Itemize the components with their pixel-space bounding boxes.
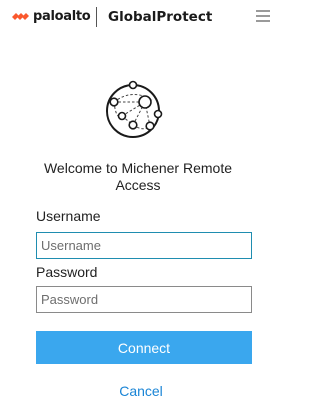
product-title: GlobalProtect xyxy=(108,9,213,25)
header-divider xyxy=(96,7,97,27)
welcome-message: Welcome to Michener Remote Access xyxy=(43,160,233,193)
connect-button[interactable]: Connect xyxy=(36,331,252,364)
password-label: Password xyxy=(36,264,98,280)
hamburger-menu-icon[interactable] xyxy=(256,10,270,23)
network-globe-icon xyxy=(106,80,163,138)
username-label: Username xyxy=(36,208,101,224)
username-input[interactable] xyxy=(36,232,252,259)
paloalto-mark-icon xyxy=(12,13,29,20)
brand-name: paloalto xyxy=(33,9,91,24)
password-input[interactable] xyxy=(36,286,252,313)
paloalto-logo: paloalto xyxy=(12,8,91,26)
header-bar: paloalto GlobalProtect xyxy=(0,0,283,34)
cancel-link[interactable]: Cancel xyxy=(36,383,246,399)
globalprotect-window: paloalto GlobalProtect Welcome to Michen… xyxy=(0,0,283,402)
